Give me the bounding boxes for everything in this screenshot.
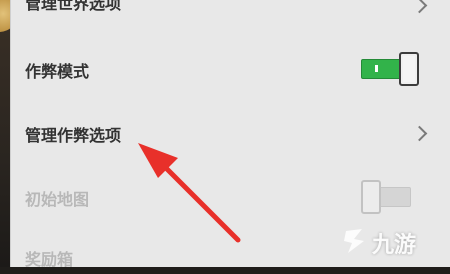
watermark: 九游 — [340, 221, 430, 261]
jiuyou-logo-icon — [344, 229, 364, 253]
watermark-text: 九游 — [372, 233, 417, 258]
